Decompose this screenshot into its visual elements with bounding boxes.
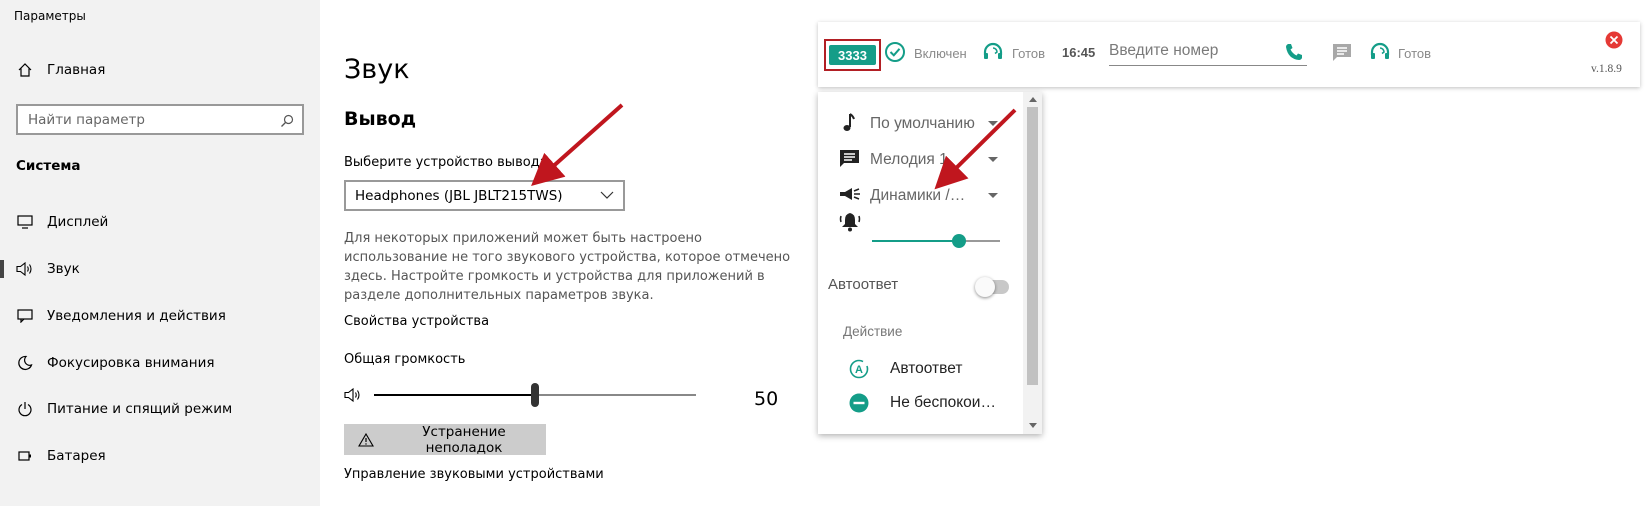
annotation-arrow-device-select [531, 103, 624, 186]
scroll-down-arrow-icon[interactable] [1029, 423, 1037, 428]
home-icon [16, 61, 34, 79]
master-volume-slider[interactable] [374, 383, 696, 407]
sidebar-item-label: Питание и спящий режим [47, 401, 233, 417]
output-device-label: Выберите устройство вывода [344, 155, 548, 170]
chevron-down-icon [599, 188, 615, 202]
page-title: Звук [344, 54, 410, 85]
ring-volume-slider[interactable] [872, 234, 1000, 248]
master-volume-label: Общая громкость [344, 352, 466, 367]
version-label: v.1.8.9 [1591, 63, 1622, 75]
window-title: Параметры [14, 9, 86, 23]
output-device-select[interactable]: Headphones (JBL JBLT215TWS) [344, 180, 625, 211]
volume-slider-fill [374, 394, 535, 396]
headset-icon [982, 41, 1004, 63]
troubleshoot-button[interactable]: Устранение неполадок [344, 423, 546, 456]
phone-call-icon[interactable] [1283, 41, 1305, 63]
autoanswer-toggle[interactable] [975, 277, 1009, 297]
clock: 16:45 [1062, 45, 1096, 60]
search-input[interactable] [18, 106, 258, 133]
action-label: Не беспокои… [890, 394, 996, 411]
action-autoanswer[interactable]: A Автоответ [818, 354, 1023, 384]
volume-slider-thumb[interactable] [531, 383, 539, 407]
chat-icon[interactable] [1331, 41, 1353, 63]
search-field[interactable] [16, 104, 304, 135]
bell-icon [838, 211, 862, 233]
sidebar-section-system: Система [16, 158, 81, 174]
settings-sidebar: Параметры Главная Система Дисплей Звук У… [0, 0, 320, 506]
sidebar-item-notifications[interactable]: Уведомления и действия [0, 298, 320, 334]
sidebar-item-display[interactable]: Дисплей [0, 204, 320, 240]
sidebar-item-label: Главная [47, 62, 106, 78]
output-device-value: Headphones (JBL JBLT215TWS) [355, 187, 563, 204]
sidebar-item-sound[interactable]: Звук [0, 251, 320, 287]
ring-volume-fill [872, 240, 960, 242]
sidebar-item-power[interactable]: Питание и спящий режим [0, 391, 320, 427]
speaker-device-select[interactable]: Динамики /… [870, 187, 965, 205]
power-icon [16, 400, 34, 418]
search-icon[interactable] [280, 113, 294, 127]
sidebar-item-label: Звук [47, 261, 80, 277]
output-description: Для некоторых приложений может быть наст… [344, 231, 791, 303]
sidebar-item-label: Уведомления и действия [47, 308, 226, 324]
manage-sound-devices-link[interactable]: Управление звуковыми устройствами [344, 467, 604, 482]
moon-icon [16, 354, 34, 372]
autoanswer-label: Автоответ [828, 276, 899, 293]
action-do-not-disturb[interactable]: Не беспокои… [818, 388, 1023, 418]
line-status: Готов [1012, 46, 1046, 61]
toggle-knob [975, 277, 995, 297]
scroll-thumb[interactable] [1027, 107, 1038, 385]
sidebar-item-label: Фокусировка внимания [47, 355, 215, 371]
troubleshoot-label: Устранение неполадок [422, 423, 506, 456]
extension-highlight: 3333 [824, 39, 881, 71]
warning-icon [358, 432, 374, 447]
message-icon [838, 148, 862, 170]
agent-status[interactable]: Готов [1398, 46, 1431, 61]
output-heading: Вывод [344, 108, 417, 130]
sidebar-item-focus-assist[interactable]: Фокусировка внимания [0, 345, 320, 381]
scroll-up-arrow-icon[interactable] [1029, 97, 1037, 102]
volume-value: 50 [754, 388, 779, 410]
registration-status: Включен [914, 46, 967, 61]
message-tone-row[interactable]: Мелодия 1 [818, 142, 1023, 176]
battery-icon [16, 447, 34, 465]
device-properties-link[interactable]: Свойства устройства [344, 314, 489, 329]
autoanswer-icon: A [848, 358, 870, 380]
panel-scrollbar[interactable] [1023, 92, 1042, 434]
ringtone-row[interactable]: По умолчанию [818, 106, 1023, 140]
softphone-toolbar: 3333 Включен Готов 16:45 Готов v.1.8.9 [818, 22, 1640, 87]
sidebar-item-home[interactable]: Главная [0, 52, 320, 88]
message-tone-select[interactable]: Мелодия 1 [870, 151, 948, 169]
sidebar-item-label: Батарея [47, 448, 106, 464]
notification-icon [16, 307, 34, 325]
softphone-settings-panel: По умолчанию Мелодия 1 Динамики /… Автоо… [818, 92, 1042, 434]
sidebar-item-label: Дисплей [47, 214, 109, 230]
speaker-device-row[interactable]: Динамики /… [818, 178, 1023, 212]
music-note-icon [838, 112, 862, 134]
ringtone-select[interactable]: По умолчанию [870, 115, 975, 133]
extension-badge[interactable]: 3333 [829, 45, 876, 65]
monitor-icon [16, 213, 34, 231]
action-heading: Действие [843, 324, 903, 339]
ring-volume-thumb[interactable] [952, 234, 967, 248]
svg-text:A: A [855, 364, 863, 376]
caret-down-icon [988, 193, 998, 198]
phone-number-input[interactable] [1109, 36, 1307, 66]
speaker-icon [16, 260, 34, 278]
volume-icon[interactable] [344, 386, 364, 404]
megaphone-icon [838, 184, 862, 206]
caret-down-icon [988, 121, 998, 126]
action-label: Автоответ [890, 360, 963, 377]
sidebar-item-battery[interactable]: Батарея [0, 438, 320, 474]
close-icon[interactable] [1605, 31, 1623, 49]
caret-down-icon [988, 157, 998, 162]
do-not-disturb-icon [848, 392, 870, 414]
check-circle-icon [884, 41, 906, 63]
agent-headset-icon[interactable] [1369, 41, 1391, 63]
